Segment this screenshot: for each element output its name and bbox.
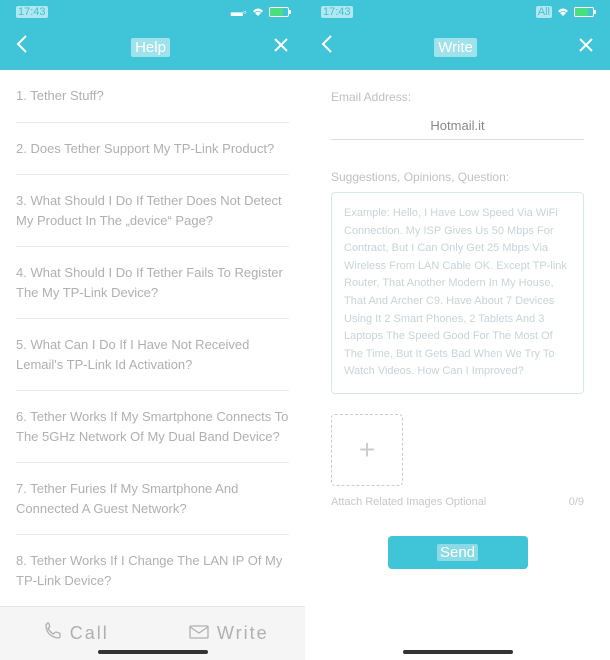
faq-item[interactable]: 6. Tether Works If My Smartphone Connect… [16,391,289,463]
attach-label: Attach Related Images Optional [331,496,486,508]
call-label: Call [70,623,109,644]
nav-title: Help [131,38,170,57]
status-icons: ▬◦ [231,5,289,19]
close-icon[interactable] [578,36,594,59]
faq-item[interactable]: 3. What Should I Do If Tether Does Not D… [16,175,289,247]
email-label: Email Address: [331,90,584,104]
faq-item[interactable]: 4. What Should I Do If Tether Fails To R… [16,247,289,319]
faq-item[interactable]: 5. What Can I Do If I Have Not Received … [16,319,289,391]
faq-content[interactable]: 1. Tether Stuff? 2. Does Tether Support … [0,70,305,606]
plus-icon: + [359,434,375,466]
faq-item[interactable]: 2. Does Tether Support My TP-Link Produc… [16,123,289,176]
back-icon[interactable] [16,34,28,60]
close-icon[interactable] [273,36,289,59]
write-label: Write [217,623,269,644]
attach-info: Attach Related Images Optional 0/9 [331,496,584,508]
attach-button[interactable]: + [331,414,403,486]
battery-icon [269,7,289,17]
nav-bar: Help [0,24,305,70]
nav-title: Write [434,38,477,57]
attach-counter: 0/9 [569,496,584,508]
status-time: 17:43 [321,6,353,18]
nav-bar: Write [305,24,610,70]
help-screen: 17:43 ▬◦ Help 1. Tether Stuff? 2. Does T… [0,0,305,660]
back-icon[interactable] [321,34,333,60]
status-icons: All [536,5,594,19]
status-badge: All [536,6,552,18]
faq-item[interactable]: 7. Tether Furies If My Smartphone And Co… [16,463,289,535]
suggestions-textarea[interactable]: Example: Hello, I Have Low Speed Via WiF… [331,192,584,394]
faq-item[interactable]: 8. Tether Works If I Change The LAN IP O… [16,535,289,606]
send-button[interactable]: Send [388,536,528,569]
battery-icon [574,7,594,17]
wifi-icon [251,5,265,19]
faq-list: 1. Tether Stuff? 2. Does Tether Support … [0,70,305,606]
signal-icon: ▬◦ [231,5,247,19]
status-bar: 17:43 All [305,0,610,24]
wifi-icon [556,5,570,19]
home-indicator[interactable] [403,650,513,654]
home-indicator[interactable] [98,650,208,654]
status-bar: 17:43 ▬◦ [0,0,305,24]
send-label: Send [437,544,478,561]
phone-icon [44,622,62,645]
envelope-icon [189,623,209,644]
faq-item[interactable]: 1. Tether Stuff? [16,70,289,123]
suggestions-label: Suggestions, Opinions, Question: [331,170,584,184]
status-time: 17:43 [16,6,48,18]
write-content: Email Address: Hotmail.it Suggestions, O… [305,70,610,660]
email-field[interactable]: Hotmail.it [331,112,584,140]
write-screen: 17:43 All Write Email Address: Hotmail.i… [305,0,610,660]
